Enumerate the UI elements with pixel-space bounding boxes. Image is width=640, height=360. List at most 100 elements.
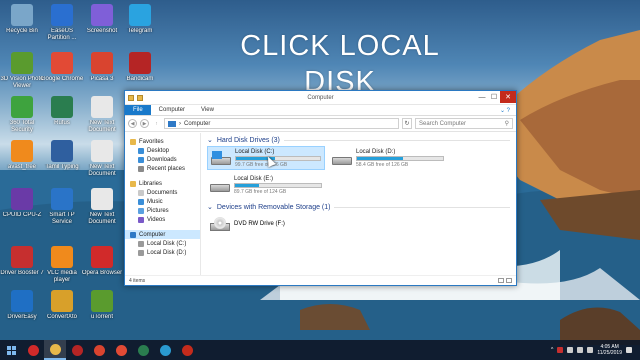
collapse-icon[interactable]: ⌄ <box>207 136 213 144</box>
desktop-shortcut[interactable]: Google Chrome <box>40 52 84 96</box>
taskbar-app-button[interactable] <box>132 340 154 360</box>
windows-logo-icon <box>212 151 222 159</box>
desktop-shortcut-label: New Text Document <box>88 212 116 225</box>
avast-icon <box>11 140 33 162</box>
items-pane: ⌄ Hard Disk Drives (3) Local Disk (C:) 99… <box>201 133 516 275</box>
drive-item[interactable]: Local Disk (D:) 58.4 GB free of 126 GB <box>329 146 447 170</box>
nav-local-disk-c[interactable]: Local Disk (C:) <box>125 239 200 248</box>
status-bar: 4 items <box>125 275 516 285</box>
nav-documents-label: Documents <box>147 189 178 196</box>
drive-item[interactable]: Local Disk (E:) 89.7 GB free of 124 GB <box>207 173 325 197</box>
computer-icon <box>130 231 136 238</box>
360-icon <box>11 96 33 118</box>
tray-overflow-icon[interactable]: ^ <box>551 347 553 353</box>
nav-recent-places[interactable]: Recent places <box>125 164 200 173</box>
volume-icon[interactable] <box>577 347 584 353</box>
close-button[interactable]: ✕ <box>500 91 516 103</box>
search-input[interactable]: Search Computer ⚲ <box>415 118 513 129</box>
file-explorer-window[interactable]: Computer — ☐ ✕ File Computer View ⌄ ? ◀ … <box>124 90 517 286</box>
nav-computer[interactable]: Computer <box>125 230 200 239</box>
bandicam-taskbar-icon <box>71 344 83 356</box>
nav-downloads[interactable]: Downloads <box>125 155 200 164</box>
desktop-shortcut[interactable]: uTorrent <box>80 290 124 334</box>
desktop-shortcut[interactable]: Rufus <box>40 96 84 140</box>
desktop-shortcut[interactable]: New Text Document <box>80 96 124 140</box>
rufus-icon <box>51 96 73 118</box>
desktop-shortcut[interactable]: ConvertXto <box>40 290 84 334</box>
bandicam-icon <box>129 52 151 74</box>
title-bar[interactable]: Computer — ☐ ✕ <box>125 91 516 105</box>
desktop-shortcut[interactable]: EaseUS Partition ... <box>40 4 84 48</box>
taskbar-app-button[interactable] <box>88 340 110 360</box>
3d-vision-icon <box>11 52 33 74</box>
desktop-shortcut-label: DriverEasy <box>7 314 37 320</box>
desktop-shortcut-label: ConvertXto <box>46 314 77 320</box>
nav-libraries[interactable]: Libraries <box>125 179 200 188</box>
documents-icon <box>138 189 144 196</box>
desktop-shortcut[interactable]: DriverEasy <box>0 290 44 334</box>
desktop-shortcut-label: Google Chrome <box>40 76 84 82</box>
nav-local-disk-d[interactable]: Local Disk (D:) <box>125 248 200 257</box>
taskbar-app-button[interactable] <box>66 340 88 360</box>
tab-computer[interactable]: Computer <box>151 105 193 115</box>
desktop-shortcut[interactable]: New Text Document <box>80 140 124 184</box>
nav-documents[interactable]: Documents <box>125 188 200 197</box>
large-icons-view-icon[interactable] <box>506 278 512 283</box>
desktop-shortcut[interactable]: Telegram <box>118 4 162 48</box>
desktop-shortcut[interactable]: 360 Total Security <box>0 96 44 140</box>
desktop-shortcut-label: Telegram <box>127 28 153 34</box>
desktop-shortcut[interactable]: CPUID CPU-Z <box>0 188 44 232</box>
dvd-drive-item[interactable]: DVD RW Drive (F:) <box>207 213 510 235</box>
desktop-shortcut[interactable]: avast_free <box>0 140 44 184</box>
nav-desktop-label: Desktop <box>147 147 170 154</box>
refresh-button[interactable]: ↻ <box>402 118 412 129</box>
start-button[interactable] <box>0 340 22 360</box>
collapse-icon[interactable]: ⌄ <box>207 203 213 211</box>
nav-desktop[interactable]: Desktop <box>125 146 200 155</box>
tray-app-icon[interactable] <box>557 347 564 353</box>
forward-button[interactable]: ▶ <box>140 119 149 128</box>
desktop-shortcut-label: VLC media player <box>47 270 77 283</box>
taskbar-app-button[interactable] <box>154 340 176 360</box>
hard-disk-drives-group[interactable]: ⌄ Hard Disk Drives (3) <box>207 136 510 144</box>
notification-icon[interactable] <box>626 347 632 353</box>
nav-music[interactable]: Music <box>125 197 200 206</box>
easeus-icon <box>51 4 73 26</box>
desktop-shortcut[interactable]: Opera Browser <box>80 246 124 290</box>
up-button[interactable]: ↑ <box>152 119 161 128</box>
text-doc-icon <box>91 96 113 118</box>
details-view-icon[interactable] <box>498 278 504 283</box>
screenshot-icon <box>91 4 113 26</box>
language-icon[interactable] <box>587 347 594 353</box>
tab-file[interactable]: File <box>125 105 151 115</box>
network-icon[interactable] <box>567 347 574 353</box>
expand-ribbon-icon[interactable]: ⌄ ? <box>500 105 516 115</box>
maximize-button[interactable]: ☐ <box>488 91 500 103</box>
removable-storage-heading: Devices with Removable Storage (1) <box>216 203 331 211</box>
clock[interactable]: 4:05 AM 11/25/2019 <box>597 344 622 356</box>
desktop-shortcut[interactable]: Smart TP Service <box>40 188 84 232</box>
nav-pictures-label: Pictures <box>147 207 169 214</box>
removable-storage-group[interactable]: ⌄ Devices with Removable Storage (1) <box>207 203 510 211</box>
taskbar-app-button[interactable] <box>44 340 66 360</box>
desktop-shortcut[interactable]: Tamil Typing <box>40 140 84 184</box>
desktop-shortcut[interactable]: VLC media player <box>40 246 84 290</box>
address-bar[interactable]: › Computer <box>164 118 399 129</box>
computer-icon <box>168 120 176 127</box>
taskbar-app-button[interactable] <box>176 340 198 360</box>
nav-local-disk-d-label: Local Disk (D:) <box>147 249 187 256</box>
desktop-shortcut[interactable]: Driver Booster 7 <box>0 246 44 290</box>
nav-videos[interactable]: Videos <box>125 215 200 224</box>
nav-pictures[interactable]: Pictures <box>125 206 200 215</box>
desktop-shortcut-label: Opera Browser <box>81 270 123 276</box>
nav-favorites[interactable]: Favorites <box>125 137 200 146</box>
desktop-shortcut[interactable]: New Text Document <box>80 188 124 232</box>
taskbar-app-button[interactable] <box>22 340 44 360</box>
tab-view[interactable]: View <box>193 105 222 115</box>
minimize-button[interactable]: — <box>476 91 488 103</box>
desktop-shortcut-label: 3D Vision Photo Viewer <box>0 76 44 89</box>
taskbar-app-button[interactable] <box>110 340 132 360</box>
desktop-shortcut[interactable]: Recycle Bin <box>0 4 44 48</box>
desktop-shortcut[interactable]: 3D Vision Photo Viewer <box>0 52 44 96</box>
back-button[interactable]: ◀ <box>128 119 137 128</box>
